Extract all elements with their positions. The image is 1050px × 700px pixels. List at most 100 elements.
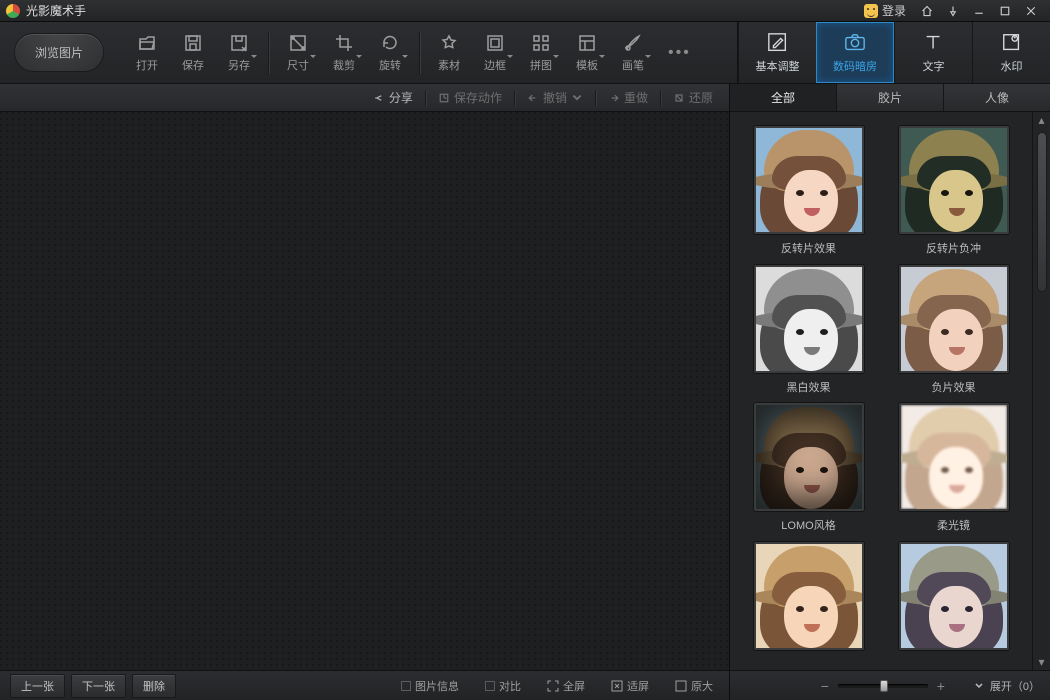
zoom-out-button[interactable]: − (818, 678, 832, 694)
preset-item[interactable] (754, 542, 864, 657)
minimize-button[interactable] (966, 2, 992, 20)
brush-icon (623, 33, 643, 53)
pin-button[interactable] (940, 2, 966, 20)
login-avatar-icon (864, 4, 878, 18)
save-button[interactable]: 保存 (170, 25, 216, 81)
brush-button[interactable]: 画笔 (610, 25, 656, 81)
panel-tab-darkroom[interactable]: 数码暗房 (816, 22, 894, 83)
share-button[interactable]: 分享 (367, 87, 419, 108)
zoom-slider-thumb[interactable] (880, 680, 888, 692)
edit-box-icon (765, 32, 791, 54)
more-tools-button[interactable]: ••• (662, 44, 697, 62)
tool-label: 边框 (484, 57, 506, 73)
scrollbar-thumb[interactable] (1037, 132, 1047, 292)
preset-thumbnail (899, 265, 1009, 373)
tool-label: 尺寸 (287, 57, 309, 73)
camera-icon (842, 32, 868, 54)
border-icon (485, 33, 505, 53)
save-action-button[interactable]: 保存动作 (432, 87, 508, 108)
preset-item[interactable]: 负片效果 (899, 265, 1009, 396)
preset-item[interactable]: 反转片效果 (754, 126, 864, 257)
canvas-viewport[interactable] (0, 112, 729, 670)
image-info-toggle[interactable]: 图片信息 (395, 678, 465, 694)
undo-button[interactable]: 撤销 (521, 87, 589, 108)
redo-button[interactable]: 重做 (602, 87, 654, 108)
tool-label: 裁剪 (333, 57, 355, 73)
preset-tab-1[interactable]: 胶片 (836, 84, 943, 111)
preset-thumbnail (899, 403, 1009, 511)
close-button[interactable] (1018, 2, 1044, 20)
side-panel: 全部胶片人像 反转片效果 (730, 84, 1050, 700)
home-button[interactable] (914, 2, 940, 20)
titlebar: 光影魔术手 登录 (0, 0, 1050, 22)
preset-label: 黑白效果 (787, 379, 831, 395)
crop-button[interactable]: 裁剪 (321, 25, 367, 81)
next-image-button[interactable]: 下一张 (71, 674, 126, 698)
restore-button[interactable]: 还原 (667, 87, 719, 108)
collage-button[interactable]: 拼图 (518, 25, 564, 81)
preset-scrollbar[interactable]: ▴ ▾ (1032, 112, 1050, 670)
panel-tab-basic[interactable]: 基本调整 (738, 22, 816, 83)
preset-thumbnail (899, 542, 1009, 650)
size-button[interactable]: 尺寸 (275, 25, 321, 81)
preset-item[interactable]: 柔光镜 (899, 403, 1009, 534)
open-button[interactable]: 打开 (124, 25, 170, 81)
fullscreen-button[interactable]: 全屏 (541, 678, 591, 694)
panel-tab-text[interactable]: 文字 (894, 22, 972, 83)
tool-label: 另存 (228, 57, 250, 73)
canvas-footer: 上一张 下一张 删除 图片信息 对比 全屏 适屏 原大 (0, 670, 729, 700)
save-icon (183, 33, 203, 53)
text-icon (921, 32, 947, 54)
material-icon (439, 33, 459, 53)
browse-images-button[interactable]: 浏览图片 (14, 33, 104, 72)
preset-item[interactable]: 反转片负冲 (899, 126, 1009, 257)
app-logo-icon (6, 4, 20, 18)
zoom-in-button[interactable]: + (934, 678, 948, 694)
right-toolbar: 基本调整 数码暗房 文字 水印 (737, 22, 1050, 83)
crop-icon (334, 33, 354, 53)
tool-label: 保存 (182, 57, 204, 73)
template-button[interactable]: 模板 (564, 25, 610, 81)
saveas-button[interactable]: 另存 (216, 25, 262, 81)
watermark-icon (999, 32, 1025, 54)
preset-tab-0[interactable]: 全部 (730, 84, 836, 111)
delete-image-button[interactable]: 删除 (132, 674, 176, 698)
fit-screen-button[interactable]: 适屏 (605, 678, 655, 694)
tool-label: 打开 (136, 57, 158, 73)
tool-label: 旋转 (379, 57, 401, 73)
preset-item[interactable] (899, 542, 1009, 657)
material-button[interactable]: 素材 (426, 25, 472, 81)
scroll-up-button[interactable]: ▴ (1033, 112, 1050, 128)
zoom-slider[interactable] (838, 684, 928, 688)
preset-label: 反转片负冲 (926, 240, 981, 256)
preset-tab-2[interactable]: 人像 (943, 84, 1050, 111)
preset-label: 反转片效果 (781, 240, 836, 256)
template-icon (577, 33, 597, 53)
side-footer: − + 展开（0） (730, 670, 1050, 700)
compare-toggle[interactable]: 对比 (479, 678, 527, 694)
app-title: 光影魔术手 (26, 2, 86, 19)
tool-label: 模板 (576, 57, 598, 73)
preset-tab-row: 全部胶片人像 (730, 84, 1050, 112)
chevron-down-icon (974, 681, 984, 691)
maximize-button[interactable] (992, 2, 1018, 20)
preset-item[interactable]: 黑白效果 (754, 265, 864, 396)
preset-thumbnail (754, 403, 864, 511)
panel-tab-watermark[interactable]: 水印 (972, 22, 1050, 83)
preset-thumbnail (754, 126, 864, 234)
scroll-down-button[interactable]: ▾ (1033, 654, 1050, 670)
expand-button[interactable]: 展开（0） (990, 678, 1040, 694)
original-size-button[interactable]: 原大 (669, 678, 719, 694)
main-toolbar: 浏览图片 打开 保存 另存 尺寸 裁剪 旋转 素材 边框 拼图 (0, 22, 1050, 84)
prev-image-button[interactable]: 上一张 (10, 674, 65, 698)
border-button[interactable]: 边框 (472, 25, 518, 81)
preset-item[interactable]: LOMO风格 (754, 403, 864, 534)
chevron-down-icon (571, 92, 583, 104)
rotate-button[interactable]: 旋转 (367, 25, 413, 81)
preset-thumbnail (899, 126, 1009, 234)
tool-label: 素材 (438, 57, 460, 73)
saveas-icon (229, 33, 249, 53)
tool-label: 拼图 (530, 57, 552, 73)
login-button[interactable]: 登录 (864, 2, 906, 19)
login-label: 登录 (882, 2, 906, 19)
